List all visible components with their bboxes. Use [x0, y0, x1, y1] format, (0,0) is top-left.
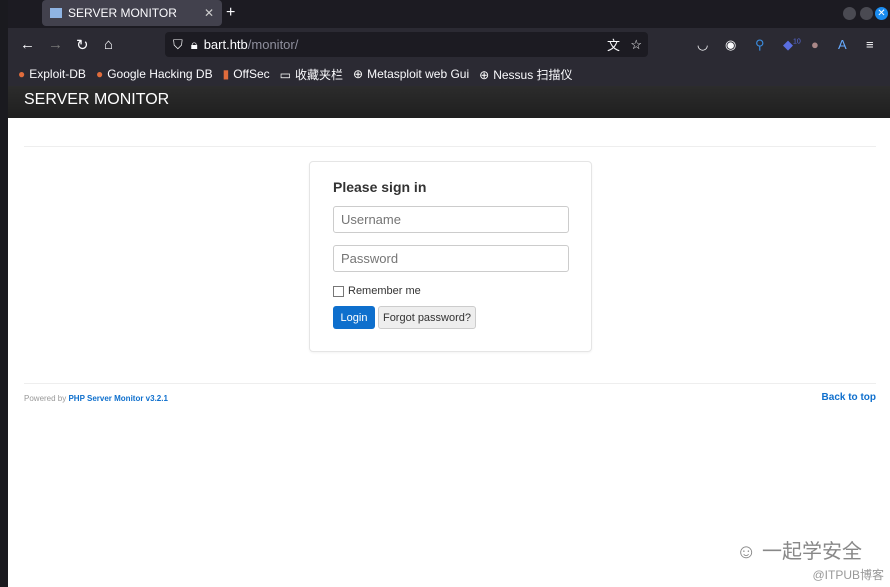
bookmark-nessus[interactable]: ⊕ Nessus 扫描仪	[479, 66, 572, 83]
close-window-button[interactable]: ✕	[875, 7, 888, 20]
new-tab-button[interactable]: +	[226, 4, 235, 22]
tab-server-monitor[interactable]: SERVER MONITOR ✕	[42, 0, 222, 26]
forgot-password-button[interactable]: Forgot password?	[378, 306, 476, 329]
product-link[interactable]: PHP Server Monitor v3.2.1	[68, 394, 167, 403]
translate-icon[interactable]: 文	[607, 35, 620, 54]
star-icon[interactable]: ☆	[630, 37, 642, 53]
maximize-button[interactable]	[860, 7, 873, 20]
bookmarks-bar: ● Exploit-DB ● Google Hacking DB ▮ OffSec ▭…	[8, 62, 890, 86]
footer-powered: Powered by PHP Server Monitor v3.2.1	[24, 394, 168, 403]
minimize-button[interactable]	[843, 7, 856, 20]
username-input[interactable]	[333, 206, 569, 233]
background-terminal	[0, 0, 8, 587]
forward-button[interactable]: →	[48, 36, 63, 53]
wechat-icon: ☺	[736, 541, 762, 563]
bookmark-folder[interactable]: ▭ 收藏夹栏	[280, 66, 343, 83]
login-form: Please sign in Remember me Login Forgot …	[309, 161, 592, 352]
menu-icon[interactable]: ≡	[866, 37, 874, 52]
watermark-sub: @ITPUB博客	[812, 568, 884, 582]
back-to-top-link[interactable]: Back to top	[822, 392, 876, 403]
form-title: Please sign in	[333, 179, 427, 195]
bookmark-offsec[interactable]: ▮ OffSec	[223, 67, 270, 81]
shield-icon: ⛉	[173, 36, 183, 52]
divider	[24, 146, 876, 147]
brand[interactable]: SERVER MONITOR	[24, 91, 169, 108]
key-icon[interactable]: ⚲	[755, 37, 765, 53]
translate-ext-icon[interactable]: A	[838, 37, 847, 52]
watermark: ☺ 一起学安全	[736, 541, 862, 563]
home-button[interactable]: ⌂	[104, 36, 113, 53]
back-button[interactable]: ←	[20, 36, 35, 53]
cookie-icon[interactable]: ●	[811, 37, 819, 52]
extension-globe-icon[interactable]: ◉	[725, 37, 736, 53]
remember-checkbox[interactable]	[333, 285, 344, 297]
lock-icon: 🔒︎	[190, 36, 198, 52]
url-bar[interactable]: ⛉ 🔒︎ bart.htb/monitor/ 文 ☆	[165, 32, 648, 57]
pocket-icon[interactable]: ◡	[697, 37, 708, 53]
footer-divider	[24, 383, 876, 384]
login-button[interactable]: Login	[333, 306, 375, 329]
navbar: SERVER MONITOR	[8, 86, 890, 118]
bookmark-exploit-db[interactable]: ● Exploit-DB	[18, 67, 86, 81]
favicon-icon	[50, 8, 62, 18]
close-tab-icon[interactable]: ✕	[204, 6, 214, 20]
reload-button[interactable]: ↻	[76, 36, 89, 54]
bookmark-metasploit[interactable]: ⊕ Metasploit web Gui	[353, 67, 469, 81]
browser-chrome: SERVER MONITOR ✕ + ✕ ← → ↻ ⌂ ⛉ 🔒︎ bart.htb /…	[8, 0, 890, 86]
bookmark-ghdb[interactable]: ● Google Hacking DB	[96, 67, 213, 81]
extension-icon[interactable]: ◆10	[783, 37, 801, 53]
password-input[interactable]	[333, 245, 569, 272]
